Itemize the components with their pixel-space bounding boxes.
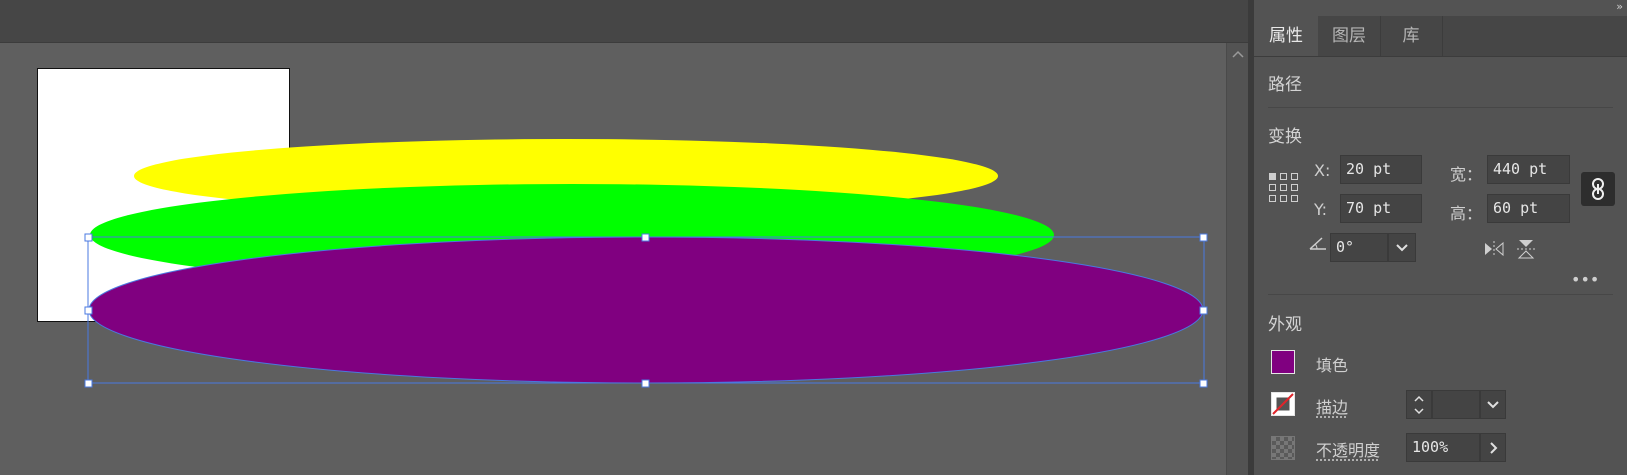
width-label: 宽： — [1450, 165, 1483, 184]
opacity-label[interactable]: 不透明度 — [1316, 437, 1380, 461]
flip-horizontal-icon[interactable] — [1483, 240, 1505, 262]
chevron-down-icon[interactable] — [1388, 233, 1416, 262]
more-options-icon[interactable]: ••• — [1571, 270, 1599, 289]
properties-panel: ›› 属性 图层 库 路径 变换 X: 20 pt 宽： 440 pt Y: 7… — [1254, 0, 1627, 475]
tab-layers[interactable]: 图层 — [1318, 16, 1381, 56]
tab-properties[interactable]: 属性 — [1254, 16, 1318, 56]
appearance-section-title: 外观 — [1268, 315, 1302, 335]
y-label: Y: — [1314, 200, 1328, 219]
panel-tab-bar: 属性 图层 库 — [1254, 16, 1627, 57]
x-label: X: — [1314, 161, 1331, 180]
handle-top-left[interactable] — [84, 233, 93, 242]
fill-color-swatch[interactable] — [1271, 350, 1295, 374]
chevron-up-icon[interactable] — [1232, 49, 1244, 59]
stroke-weight-stepper[interactable] — [1406, 390, 1432, 419]
purple-ellipse[interactable] — [88, 236, 1204, 384]
flip-vertical-icon[interactable] — [1516, 238, 1536, 264]
opacity-field[interactable]: 100% — [1406, 433, 1480, 462]
divider — [1268, 294, 1613, 295]
reference-point-grid-icon[interactable] — [1269, 173, 1299, 203]
transform-section-title: 变换 — [1268, 127, 1302, 147]
handle-bottom-middle[interactable] — [641, 379, 650, 388]
height-label: 高： — [1450, 204, 1483, 223]
width-field[interactable]: 440 pt — [1487, 155, 1570, 184]
document-tab-bar — [0, 0, 1254, 43]
angle-field[interactable]: 0° — [1330, 233, 1388, 262]
opacity-swatch[interactable] — [1271, 436, 1295, 460]
height-field[interactable]: 60 pt — [1487, 194, 1570, 223]
handle-bottom-left[interactable] — [84, 379, 93, 388]
stroke-color-swatch[interactable] — [1271, 392, 1295, 416]
handle-bottom-right[interactable] — [1199, 379, 1208, 388]
handle-top-middle[interactable] — [641, 233, 650, 242]
fill-label: 填色 — [1316, 356, 1349, 375]
stroke-label[interactable]: 描边 — [1316, 394, 1348, 418]
canvas[interactable] — [0, 43, 1226, 475]
handle-middle-right[interactable] — [1199, 306, 1208, 315]
handle-top-right[interactable] — [1199, 233, 1208, 242]
artwork-layer — [84, 139, 1208, 388]
stroke-weight-field[interactable] — [1432, 390, 1480, 419]
y-field[interactable]: 70 pt — [1340, 194, 1422, 223]
object-type-label: 路径 — [1268, 75, 1302, 95]
link-chain-icon[interactable] — [1581, 172, 1615, 206]
divider — [1268, 107, 1613, 108]
x-field[interactable]: 20 pt — [1340, 155, 1422, 184]
chevron-right-icon[interactable] — [1480, 433, 1506, 462]
stroke-weight-dropdown[interactable] — [1480, 390, 1506, 419]
tab-libraries[interactable]: 库 — [1380, 16, 1443, 56]
collapse-panel-icon[interactable]: ›› — [1616, 0, 1623, 13]
angle-icon — [1308, 235, 1328, 255]
vertical-scrollbar[interactable] — [1226, 43, 1249, 475]
handle-middle-left[interactable] — [84, 306, 93, 315]
